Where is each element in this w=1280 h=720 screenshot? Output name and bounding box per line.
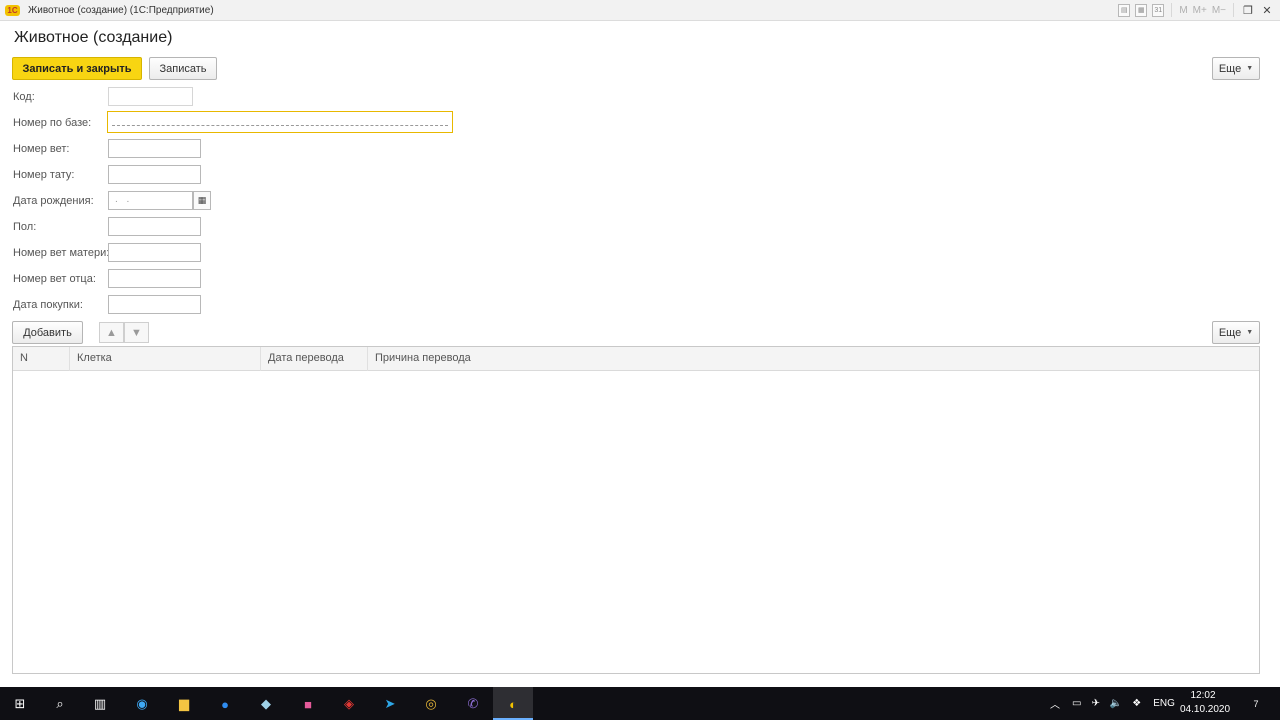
calendar-picker-icon[interactable]: ▦ bbox=[193, 191, 211, 210]
mother-vet-label: Номер вет матери: bbox=[13, 247, 110, 259]
sex-field[interactable] bbox=[108, 217, 201, 236]
save-button[interactable]: Записать bbox=[149, 57, 217, 80]
dropbox-icon[interactable]: ❖ bbox=[1132, 698, 1141, 709]
input-underline bbox=[112, 125, 448, 126]
vpn-app-icon[interactable]: ◈ bbox=[337, 692, 361, 716]
purchase-date-label: Дата покупки: bbox=[13, 299, 83, 311]
search-icon[interactable]: ⌕ bbox=[48, 692, 72, 716]
windows-taskbar: ⊞ ⌕ ▥ ◉ ▆ ● ◆ ■ ◈ ➤ ◎ ✆ ◐ ︿ ▭ ✈ 🔈 ❖ ENG … bbox=[0, 687, 1280, 720]
clock-time: 12:02 bbox=[1190, 690, 1216, 701]
tattoo-number-label: Номер тату: bbox=[13, 169, 75, 181]
taskbar-clock[interactable]: 12:02 04.10.2020 bbox=[1180, 689, 1231, 717]
base-number-label: Номер по базе: bbox=[13, 117, 92, 129]
start-menu-icon[interactable]: ⊞ bbox=[8, 692, 32, 716]
app-logo-icon: 1С bbox=[5, 4, 20, 16]
calendar-icon[interactable]: 31 bbox=[1152, 3, 1165, 17]
system-tray: ︿ ▭ ✈ 🔈 ❖ ENG bbox=[1050, 687, 1175, 720]
form-title: Животное (создание) bbox=[14, 29, 173, 46]
sex-label: Пол: bbox=[13, 221, 37, 233]
titlebar-tools: ▤ ▦ 31 M M+ M− ❐ ✕ bbox=[1118, 3, 1274, 17]
memory-plus-button[interactable]: M+ bbox=[1193, 5, 1207, 16]
birth-date-label: Дата рождения: bbox=[13, 195, 94, 207]
base-number-field[interactable] bbox=[107, 111, 453, 133]
code-label: Код: bbox=[13, 91, 35, 103]
table-more-label: Еще bbox=[1218, 326, 1242, 339]
birth-date-field[interactable]: . . bbox=[108, 191, 193, 210]
birth-date-value: . . bbox=[115, 194, 133, 205]
1c-enterprise-icon[interactable]: ◐ bbox=[501, 692, 525, 716]
father-vet-label: Номер вет отца: bbox=[13, 273, 96, 285]
table-icon[interactable]: ▦ bbox=[1135, 3, 1148, 17]
column-header-transfer-date[interactable]: Дата перевода bbox=[261, 347, 368, 371]
purchase-date-field[interactable] bbox=[108, 295, 201, 314]
edge-browser-icon[interactable]: ◉ bbox=[130, 692, 154, 716]
table-header: N Клетка Дата перевода Причина перевода bbox=[13, 347, 1259, 371]
table-more-button[interactable]: Еще ▼ bbox=[1212, 321, 1260, 344]
media-app-icon[interactable]: ■ bbox=[296, 692, 320, 716]
column-header-transfer-reason[interactable]: Причина перевода bbox=[368, 347, 1259, 371]
notification-count: 7 bbox=[1253, 699, 1259, 709]
firefox-icon[interactable]: ● bbox=[213, 692, 237, 716]
memory-minus-button[interactable]: M− bbox=[1212, 5, 1226, 16]
more-button-label: Еще bbox=[1218, 62, 1242, 75]
notifications-icon[interactable]: 7 bbox=[1244, 692, 1268, 716]
airplane-mode-icon[interactable]: ✈ bbox=[1091, 698, 1099, 709]
code-field bbox=[108, 87, 193, 106]
clock-date: 04.10.2020 bbox=[1180, 704, 1231, 715]
column-header-n[interactable]: N bbox=[13, 347, 70, 371]
telegram-icon[interactable]: ➤ bbox=[378, 692, 402, 716]
notepad-icon[interactable]: ◆ bbox=[254, 692, 278, 716]
chrome-icon[interactable]: ◎ bbox=[419, 692, 443, 716]
volume-icon[interactable]: 🔈 bbox=[1110, 698, 1122, 709]
add-row-button[interactable]: Добавить bbox=[12, 321, 83, 344]
move-up-icon[interactable]: ▲ bbox=[99, 322, 124, 343]
window-titlebar: 1С Животное (создание) (1С:Предприятие) … bbox=[0, 0, 1280, 21]
chevron-down-icon: ▼ bbox=[1246, 65, 1254, 72]
transfers-table[interactable]: N Клетка Дата перевода Причина перевода bbox=[12, 346, 1260, 674]
window-title: Животное (создание) (1С:Предприятие) bbox=[28, 4, 214, 16]
save-and-close-button[interactable]: Записать и закрыть bbox=[12, 57, 142, 80]
titlebar-divider bbox=[1171, 3, 1173, 17]
restore-window-icon[interactable]: ❐ bbox=[1241, 3, 1255, 17]
more-button[interactable]: Еще ▼ bbox=[1212, 57, 1260, 80]
vet-number-field[interactable] bbox=[108, 139, 201, 158]
chevron-down-icon: ▼ bbox=[1246, 329, 1254, 336]
file-explorer-icon[interactable]: ▆ bbox=[172, 692, 196, 716]
vet-number-label: Номер вет: bbox=[13, 143, 70, 155]
tattoo-number-field[interactable] bbox=[108, 165, 201, 184]
viber-icon[interactable]: ✆ bbox=[461, 692, 485, 716]
input-language[interactable]: ENG bbox=[1153, 698, 1175, 709]
memory-button[interactable]: M bbox=[1179, 5, 1187, 16]
tray-chevron-up-icon[interactable]: ︿ bbox=[1050, 696, 1060, 711]
close-window-icon[interactable]: ✕ bbox=[1260, 3, 1274, 17]
column-header-cage[interactable]: Клетка bbox=[70, 347, 261, 371]
mother-vet-field[interactable] bbox=[108, 243, 201, 262]
battery-icon[interactable]: ▭ bbox=[1072, 698, 1081, 709]
move-down-icon[interactable]: ▼ bbox=[124, 322, 149, 343]
father-vet-field[interactable] bbox=[108, 269, 201, 288]
task-view-icon[interactable]: ▥ bbox=[88, 692, 112, 716]
titlebar-divider bbox=[1233, 3, 1234, 17]
print-icon[interactable]: ▤ bbox=[1118, 3, 1131, 17]
